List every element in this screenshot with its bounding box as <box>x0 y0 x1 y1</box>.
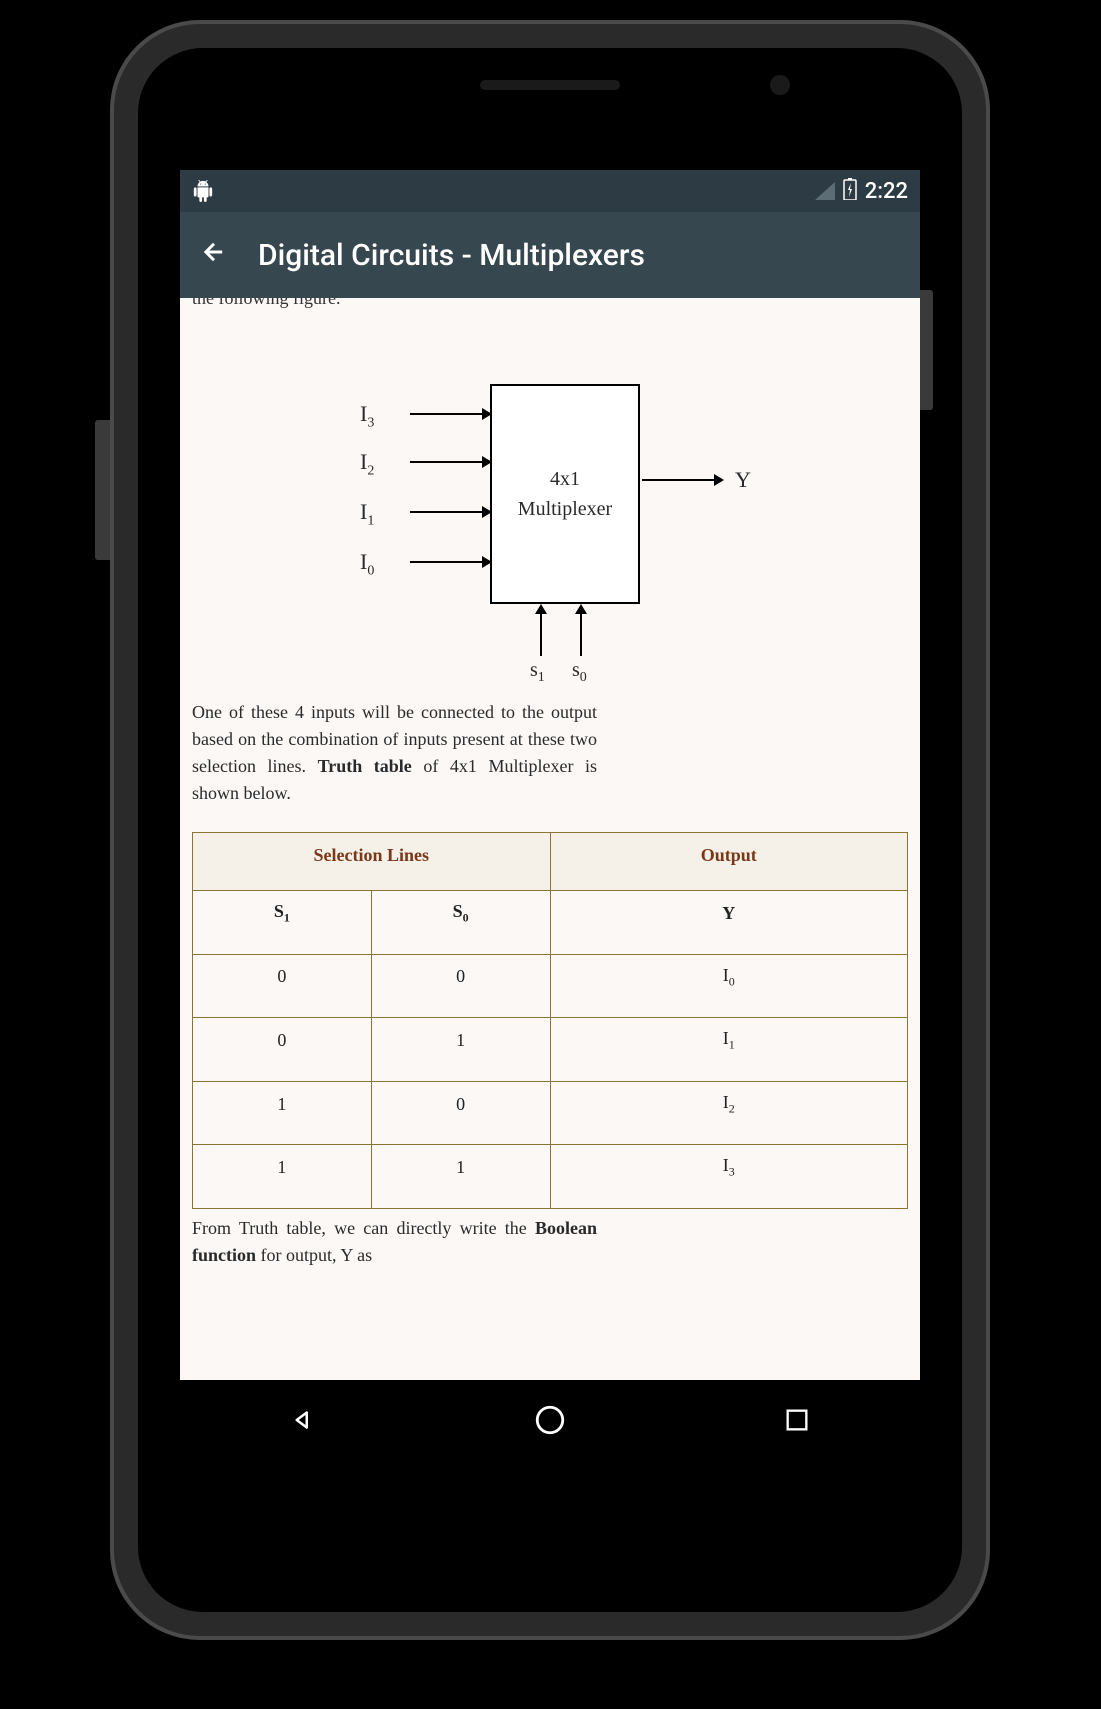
table-row: 1 1 I3 <box>193 1145 908 1209</box>
volume-button <box>95 420 110 560</box>
arrow-i2 <box>410 461 490 463</box>
select-s1-label: s1 <box>530 659 545 686</box>
mux-box: 4x1 Multiplexer <box>490 384 640 604</box>
mux-box-line1: 4x1 <box>550 464 580 494</box>
th-output: Output <box>550 833 908 891</box>
cell-y: I0 <box>550 954 908 1018</box>
table-row: 0 0 I0 <box>193 954 908 1018</box>
cell-s1: 0 <box>193 1018 372 1082</box>
content-area[interactable]: the following figure. 4x1 Multiplexer I3… <box>180 298 920 1380</box>
paragraph-intro: One of these 4 inputs will be connected … <box>192 699 597 807</box>
power-button <box>918 290 933 410</box>
select-s0-label: s0 <box>572 659 587 686</box>
back-button[interactable] <box>200 236 228 274</box>
status-time: 2:22 <box>865 179 908 204</box>
status-bar: 2:22 <box>180 170 920 212</box>
p1-bold: Truth table <box>318 756 412 776</box>
output-y-label: Y <box>735 467 751 493</box>
arrow-i3 <box>410 413 490 415</box>
truncated-text: the following figure. <box>192 298 908 309</box>
cell-s0: 1 <box>371 1018 550 1082</box>
signal-icon <box>815 182 835 200</box>
arrow-s0 <box>580 606 582 656</box>
table-subheader-row: S1 S0 Y <box>193 891 908 955</box>
arrow-i0 <box>410 561 490 563</box>
col-y: Y <box>550 891 908 955</box>
cell-s0: 0 <box>371 1081 550 1145</box>
col-s0: S0 <box>371 891 550 955</box>
cell-s1: 1 <box>193 1081 372 1145</box>
paragraph-post: From Truth table, we can directly write … <box>192 1215 597 1269</box>
cell-s0: 1 <box>371 1145 550 1209</box>
cell-s0: 0 <box>371 954 550 1018</box>
input-i1-label: I1 <box>360 499 374 529</box>
truth-table: Selection Lines Output S1 S0 Y 0 0 I0 0 … <box>192 832 908 1209</box>
cell-y: I2 <box>550 1081 908 1145</box>
multiplexer-diagram: 4x1 Multiplexer I3 I2 I1 I0 Y s1 s0 <box>330 349 770 679</box>
nav-recent-button[interactable] <box>777 1400 817 1440</box>
input-i3-label: I3 <box>360 401 374 431</box>
cell-y: I1 <box>550 1018 908 1082</box>
mux-box-line2: Multiplexer <box>518 494 612 524</box>
nav-home-button[interactable] <box>530 1400 570 1440</box>
screen: 2:22 Digital Circuits - Multiplexers the… <box>180 170 920 1380</box>
arrow-y <box>642 479 722 481</box>
android-icon <box>192 180 214 202</box>
table-row: 0 1 I1 <box>193 1018 908 1082</box>
arrow-i1 <box>410 511 490 513</box>
p2-pre: From Truth table, we can directly write … <box>192 1218 535 1238</box>
cell-y: I3 <box>550 1145 908 1209</box>
page-title: Digital Circuits - Multiplexers <box>258 238 645 273</box>
th-selection: Selection Lines <box>193 833 551 891</box>
phone-speaker <box>480 80 620 90</box>
cell-s1: 1 <box>193 1145 372 1209</box>
p2-post: for output, Y as <box>256 1245 372 1265</box>
arrow-s1 <box>540 606 542 656</box>
col-s1: S1 <box>193 891 372 955</box>
cell-s1: 0 <box>193 954 372 1018</box>
app-bar: Digital Circuits - Multiplexers <box>180 212 920 298</box>
nav-back-button[interactable] <box>283 1400 323 1440</box>
phone-camera <box>770 75 790 95</box>
input-i2-label: I2 <box>360 449 374 479</box>
input-i0-label: I0 <box>360 549 374 579</box>
navigation-bar <box>180 1380 920 1460</box>
table-row: 1 0 I2 <box>193 1081 908 1145</box>
battery-charging-icon <box>843 178 857 205</box>
